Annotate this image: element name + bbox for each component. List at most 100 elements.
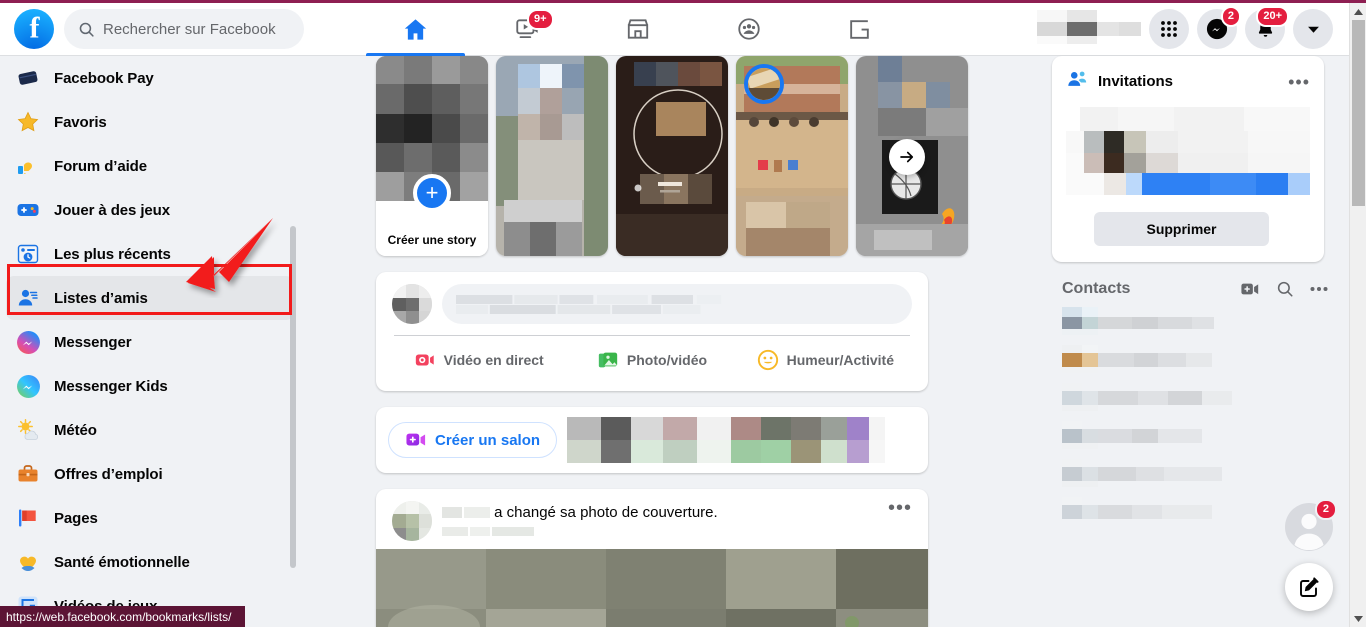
news-feed: + Créer une story Vidéo en direct Photo/… bbox=[376, 56, 968, 627]
invitation-item-blurred[interactable] bbox=[1066, 107, 1310, 200]
sidebar-item-offres-demploi[interactable]: Offres d’emploi bbox=[0, 452, 300, 496]
photo-icon bbox=[598, 352, 618, 368]
watch-badge: 9+ bbox=[527, 8, 554, 30]
nav-tab-home[interactable] bbox=[360, 3, 471, 56]
notifications-button[interactable]: 20+ bbox=[1245, 6, 1289, 49]
video-plus-icon bbox=[406, 433, 426, 446]
grid-icon bbox=[1161, 21, 1177, 37]
wallet-icon bbox=[14, 64, 42, 92]
stories-next-button[interactable] bbox=[889, 139, 925, 175]
friend-list-icon bbox=[14, 284, 42, 312]
search-icon bbox=[78, 21, 95, 38]
story-item[interactable] bbox=[616, 56, 728, 256]
contact-blurred bbox=[1062, 307, 1242, 335]
invitations-header: Invitations ••• bbox=[1066, 68, 1310, 95]
compose-pencil-icon bbox=[1300, 577, 1319, 597]
scroll-up-button[interactable] bbox=[1350, 3, 1366, 20]
marketplace-icon bbox=[625, 16, 651, 42]
invitation-delete-button[interactable]: Supprimer bbox=[1094, 212, 1269, 246]
sidebar-item-meteo[interactable]: Météo bbox=[0, 408, 300, 452]
star-icon bbox=[14, 108, 42, 136]
sidebar-item-listes-damis[interactable]: Listes d’amis bbox=[6, 276, 294, 320]
sidebar-item-pages[interactable]: Pages bbox=[0, 496, 300, 540]
create-story-card[interactable]: + Créer une story bbox=[376, 56, 488, 256]
left-sidebar: Facebook Pay Favoris Forum d’aide Jouer … bbox=[0, 56, 300, 627]
contact-list-item[interactable] bbox=[1052, 302, 1342, 340]
facebook-header: 9+ bbox=[0, 3, 1349, 56]
video-plus-icon[interactable] bbox=[1240, 280, 1260, 298]
home-icon bbox=[402, 16, 429, 43]
create-room-label: Créer un salon bbox=[435, 431, 541, 449]
nav-tab-groups[interactable] bbox=[693, 3, 804, 56]
sidebar-item-label: Messenger Kids bbox=[54, 377, 168, 395]
story-item[interactable] bbox=[736, 56, 848, 256]
menu-grid-button[interactable] bbox=[1149, 9, 1189, 49]
invitations-options-button[interactable]: ••• bbox=[1288, 73, 1310, 91]
search-icon[interactable] bbox=[1276, 280, 1294, 298]
create-room-card: Créer un salon bbox=[376, 407, 928, 473]
weather-icon bbox=[14, 416, 42, 444]
contact-blurred bbox=[1062, 383, 1232, 411]
contact-list-item[interactable] bbox=[1052, 378, 1342, 416]
composer-actions: Vidéo en direct Photo/vidéo Humeur/Activ… bbox=[392, 341, 912, 379]
groups-icon bbox=[736, 16, 762, 42]
post-author-avatar[interactable] bbox=[392, 501, 432, 541]
post-image[interactable] bbox=[376, 549, 928, 627]
account-menu-button[interactable] bbox=[1293, 9, 1333, 49]
post-text: a changé sa photo de couverture. bbox=[494, 504, 718, 521]
emotional-health-icon bbox=[14, 548, 42, 576]
floating-compose-button[interactable] bbox=[1285, 563, 1333, 611]
ellipsis-icon: ••• bbox=[887, 497, 912, 519]
post-meta: a changé sa photo de couverture. bbox=[442, 501, 878, 540]
create-room-button[interactable]: Créer un salon bbox=[388, 422, 558, 458]
sidebar-item-sante-emotionnelle[interactable]: Santé émotionnelle bbox=[0, 540, 300, 584]
sidebar-item-les-plus-recents[interactable]: Les plus récents bbox=[0, 232, 300, 276]
nav-tab-gaming[interactable] bbox=[804, 3, 915, 56]
composer-live-video-button[interactable]: Vidéo en direct bbox=[392, 341, 565, 379]
header-nav-tabs: 9+ bbox=[360, 3, 1037, 56]
recent-icon bbox=[14, 240, 42, 268]
scroll-thumb[interactable] bbox=[1352, 20, 1365, 206]
contact-blurred bbox=[1062, 497, 1212, 519]
messenger-kids-icon bbox=[14, 372, 42, 400]
facebook-logo-icon[interactable] bbox=[14, 9, 54, 49]
sidebar-item-messenger-kids[interactable]: Messenger Kids bbox=[0, 364, 300, 408]
composer-avatar[interactable] bbox=[392, 284, 432, 324]
post-options-button[interactable]: ••• bbox=[888, 498, 912, 518]
contact-list-item[interactable] bbox=[1052, 454, 1342, 492]
sidebar-item-favoris[interactable]: Favoris bbox=[0, 100, 300, 144]
composer-photo-video-button[interactable]: Photo/vidéo bbox=[565, 341, 738, 379]
floating-avatar-button[interactable]: 2 bbox=[1285, 499, 1337, 551]
smiley-icon bbox=[757, 349, 778, 371]
nav-tab-watch[interactable]: 9+ bbox=[471, 3, 582, 56]
gamepad-icon bbox=[14, 196, 42, 224]
post-headline: a changé sa photo de couverture. bbox=[442, 503, 878, 523]
contacts-options-button[interactable] bbox=[1310, 286, 1328, 292]
composer-input[interactable] bbox=[442, 284, 912, 324]
browser-status-bar: https://web.facebook.com/bookmarks/lists… bbox=[0, 606, 245, 627]
composer-feeling-activity-button[interactable]: Humeur/Activité bbox=[739, 341, 912, 379]
app-root: 9+ bbox=[0, 0, 1366, 627]
notifications-badge: 20+ bbox=[1256, 6, 1289, 27]
contact-blurred bbox=[1062, 421, 1202, 449]
contacts-title: Contacts bbox=[1062, 280, 1131, 297]
nav-tab-marketplace[interactable] bbox=[582, 3, 693, 56]
sidebar-item-jouer-a-des-jeux[interactable]: Jouer à des jeux bbox=[0, 188, 300, 232]
messenger-badge: 2 bbox=[1220, 6, 1241, 27]
story-item[interactable] bbox=[496, 56, 608, 256]
contact-list-item[interactable] bbox=[1052, 340, 1342, 378]
browser-scrollbar[interactable] bbox=[1349, 3, 1366, 627]
scroll-down-button[interactable] bbox=[1350, 610, 1366, 627]
search-input[interactable] bbox=[103, 20, 288, 38]
contact-list-item[interactable] bbox=[1052, 416, 1342, 454]
sidebar-item-forum-aide[interactable]: Forum d’aide bbox=[0, 144, 300, 188]
sidebar-scrollbar[interactable] bbox=[290, 226, 296, 568]
post-subline bbox=[442, 525, 878, 540]
profile-name-blurred[interactable] bbox=[1037, 9, 1141, 49]
messenger-button[interactable]: 2 bbox=[1197, 6, 1241, 49]
sidebar-item-label: Pages bbox=[54, 509, 98, 527]
sidebar-item-facebook-pay[interactable]: Facebook Pay bbox=[0, 56, 300, 100]
contacts-header: Contacts bbox=[1052, 262, 1342, 302]
sidebar-item-messenger[interactable]: Messenger bbox=[0, 320, 300, 364]
search-box[interactable] bbox=[64, 9, 304, 49]
